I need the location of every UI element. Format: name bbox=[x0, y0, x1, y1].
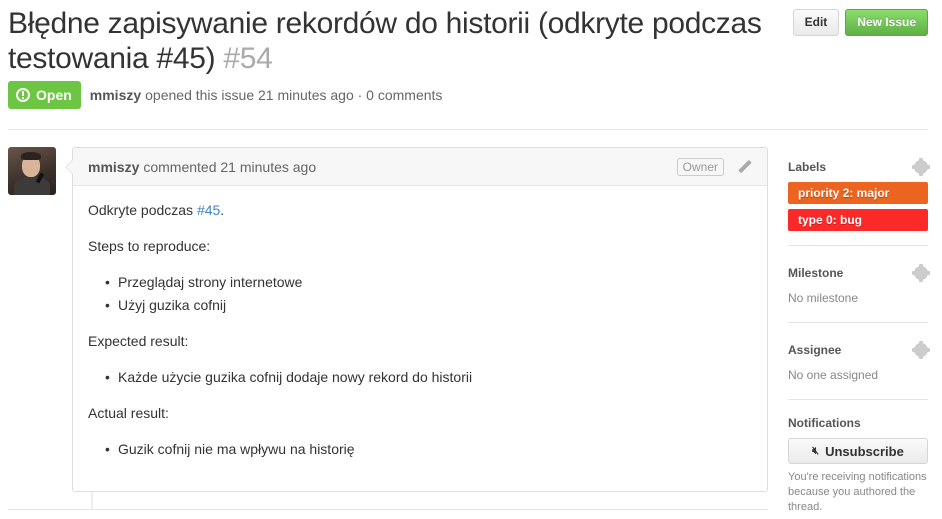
timeline-line bbox=[91, 492, 93, 510]
assignee-gear-icon[interactable] bbox=[912, 341, 930, 359]
issue-reference-link[interactable]: #45 bbox=[197, 202, 220, 218]
status-label: Open bbox=[36, 87, 72, 103]
sidebar-divider bbox=[788, 245, 928, 246]
assignee-title: Assignee bbox=[788, 343, 842, 357]
milestone-title: Milestone bbox=[788, 266, 844, 280]
steps-heading: Steps to reproduce: bbox=[88, 238, 211, 254]
comment-body: Odkryte podczas #45. Steps to reproduce:… bbox=[73, 186, 767, 489]
actual-heading: Actual result: bbox=[88, 405, 169, 421]
notifications-note: You're receiving notifications because y… bbox=[788, 471, 927, 513]
issue-title: Błędne zapisywanie rekordów do historii … bbox=[8, 6, 788, 76]
assignee-section: Assignee No one assigned bbox=[788, 335, 930, 385]
list-item: Przeglądaj strony internetowe bbox=[103, 272, 752, 292]
assignee-value: No one assigned bbox=[788, 368, 879, 382]
owner-badge: Owner bbox=[676, 157, 724, 176]
issue-header: Błędne zapisywanie rekordów do historii … bbox=[8, 6, 788, 76]
expected-heading: Expected result: bbox=[88, 333, 189, 349]
issue-sidebar: Labels priority 2: major type 0: bug Mil… bbox=[788, 152, 930, 515]
pencil-icon[interactable] bbox=[738, 160, 752, 174]
list-item: Każde użycie guzika cofnij dodaje nowy r… bbox=[103, 367, 752, 387]
labels-gear-icon[interactable] bbox=[912, 158, 930, 176]
comment-intro: Odkryte podczas #45. bbox=[88, 202, 225, 218]
issue-meta: Open mmiszy opened this issue 21 minutes… bbox=[8, 81, 442, 109]
avatar[interactable] bbox=[8, 147, 56, 195]
label-type[interactable]: type 0: bug bbox=[788, 209, 928, 231]
milestone-value: No milestone bbox=[788, 291, 859, 305]
issue-actions: Edit New Issue bbox=[792, 9, 928, 36]
expected-list: Każde użycie guzika cofnij dodaje nowy r… bbox=[88, 367, 752, 387]
unsubscribe-label: Unsubscribe bbox=[825, 443, 904, 459]
issue-opened-text: opened this issue 21 minutes ago · 0 com… bbox=[145, 87, 443, 103]
header-divider bbox=[8, 129, 928, 130]
issue-title-text: Błędne zapisywanie rekordów do historii … bbox=[8, 7, 762, 75]
steps-list: Przeglądaj strony internetowe Użyj guzik… bbox=[88, 272, 752, 315]
list-item: Użyj guzika cofnij bbox=[103, 295, 752, 315]
issue-author-link[interactable]: mmiszy bbox=[90, 87, 141, 103]
mute-icon: 🔇︎ bbox=[812, 444, 820, 457]
issue-opened-icon bbox=[16, 88, 30, 102]
status-badge: Open bbox=[8, 81, 81, 109]
labels-title: Labels bbox=[788, 160, 827, 174]
list-item: Guzik cofnij nie ma wpływu na historię bbox=[103, 439, 752, 459]
comment-header: mmiszy commented 21 minutes ago Owner bbox=[73, 148, 767, 186]
comment-author-link[interactable]: mmiszy bbox=[88, 159, 139, 175]
milestone-section: Milestone No milestone bbox=[788, 258, 930, 308]
notifications-section: Notifications 🔇︎ Unsubscribe You're rece… bbox=[788, 412, 928, 515]
milestone-gear-icon[interactable] bbox=[912, 264, 930, 282]
notifications-title: Notifications bbox=[788, 416, 861, 430]
comment-box: mmiszy commented 21 minutes ago Owner Od… bbox=[65, 147, 768, 492]
edit-button[interactable]: Edit bbox=[792, 9, 840, 36]
sidebar-divider bbox=[788, 322, 928, 323]
label-priority[interactable]: priority 2: major bbox=[788, 182, 928, 204]
sidebar-divider bbox=[788, 399, 928, 400]
unsubscribe-button[interactable]: 🔇︎ Unsubscribe bbox=[788, 438, 928, 464]
labels-section: Labels priority 2: major type 0: bug bbox=[788, 152, 930, 231]
comment-meta: commented 21 minutes ago bbox=[143, 158, 317, 175]
new-issue-button[interactable]: New Issue bbox=[845, 9, 928, 36]
issue-number: #54 bbox=[223, 42, 273, 75]
timeline-divider bbox=[8, 509, 768, 510]
actual-list: Guzik cofnij nie ma wpływu na historię bbox=[88, 439, 752, 459]
